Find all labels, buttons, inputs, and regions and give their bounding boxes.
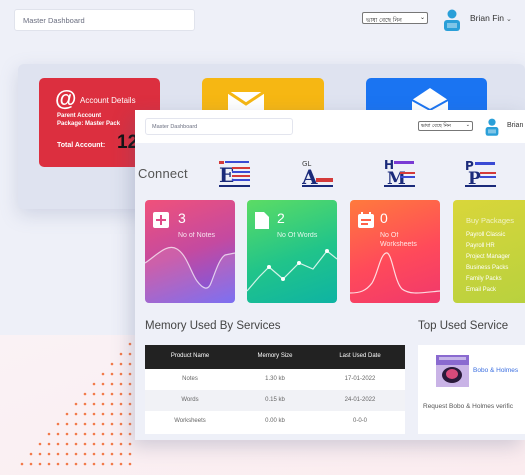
user-avatar-icon[interactable] xyxy=(484,118,500,136)
back-language-select[interactable]: ভাষা বেছে নিন ⌄ xyxy=(362,12,428,24)
at-sign-icon: @ xyxy=(55,86,77,111)
plus-box-icon xyxy=(153,212,169,228)
front-header: Master Dashboard ভাষা বেছে নিন ⌄ Brian xyxy=(135,110,525,143)
worksheets-count: 0 xyxy=(380,210,388,226)
open-envelope-icon xyxy=(411,88,449,112)
table-cell-product: Worksheets xyxy=(174,418,206,424)
back-user-menu[interactable]: Brian Fin ⌄ xyxy=(470,13,512,23)
memory-section-title: Memory Used By Services xyxy=(145,320,281,332)
table-cell-product: Notes xyxy=(182,376,198,382)
package-link-family-packs[interactable]: Family Packs xyxy=(466,276,502,282)
service-link[interactable]: Bobo & Holmes xyxy=(473,367,518,374)
column-header-last-used-date: Last Used Date xyxy=(339,353,381,359)
buy-packages-card: Buy Packages Payroll Classic Payroll HR … xyxy=(453,200,525,303)
hr-manager-logo-icon[interactable]: H M xyxy=(384,158,416,188)
memory-table: Product Name Memory Size Last Used Date … xyxy=(145,345,405,434)
table-cell-date: 0-0-0 xyxy=(352,418,367,424)
service-request-text: Request Bobo & Holmes verific xyxy=(423,403,513,410)
notes-trend-line xyxy=(145,246,235,303)
chevron-down-icon: ⌄ xyxy=(465,122,470,128)
package-link-business-packs[interactable]: Business Packs xyxy=(466,265,508,271)
e-app-logo-icon[interactable]: E xyxy=(219,158,251,188)
table-cell-size: 0.00 kb xyxy=(265,418,285,424)
package-link-payroll-hr[interactable]: Payroll HR xyxy=(466,243,495,249)
words-stat-card[interactable]: 2 No Of Words xyxy=(247,200,337,303)
worksheets-trend-line xyxy=(350,252,440,294)
table-row: Notes 1.30 kb 17-01-2022 xyxy=(145,369,405,390)
back-user-name: Brian Fin xyxy=(470,13,505,23)
top-used-service-card: Bobo & Holmes Request Bobo & Holmes veri… xyxy=(418,345,525,434)
table-cell-date: 17-01-2022 xyxy=(344,376,376,382)
search-input[interactable]: Master Dashboard xyxy=(145,118,293,135)
service-thumbnail xyxy=(436,355,469,387)
column-header-memory-size: Memory Size xyxy=(257,353,293,359)
back-header: Master Dashboard ভাষা বেছে নিন ⌄ Brian F… xyxy=(0,0,525,40)
back-language-value: ভাষা বেছে নিন xyxy=(366,17,402,24)
memory-table-header: Product Name Memory Size Last Used Date xyxy=(145,345,405,369)
words-trend-line xyxy=(247,249,337,292)
svg-text:E: E xyxy=(219,163,234,187)
calendar-list-icon xyxy=(358,212,374,228)
package-link-email-pack[interactable]: Email Pack xyxy=(466,287,496,293)
connect-title: Connect xyxy=(138,166,188,181)
user-avatar-icon[interactable] xyxy=(442,9,462,31)
table-cell-product: Words xyxy=(181,397,199,403)
document-icon xyxy=(255,212,269,229)
account-card-line: Parent Account xyxy=(57,113,102,119)
chevron-down-icon: ⌄ xyxy=(419,14,425,21)
column-header-product-name: Product Name xyxy=(170,353,210,359)
chevron-down-icon: ⌄ xyxy=(506,16,512,23)
package-link-payroll-classic[interactable]: Payroll Classic xyxy=(466,232,505,238)
dot-pattern-decoration xyxy=(20,342,132,466)
accounting-app-logo-icon[interactable]: GL A xyxy=(302,158,334,188)
notes-count: 3 xyxy=(178,210,186,226)
table-cell-size: 0.15 kb xyxy=(265,397,285,403)
table-cell-size: 1.30 kb xyxy=(265,376,285,382)
dashboard-window: Master Dashboard ভাষা বেছে নিন ⌄ Brian C… xyxy=(135,110,525,440)
table-row: Worksheets 0.00 kb 0-0-0 xyxy=(145,411,405,432)
notes-stat-card[interactable]: 3 No of Notes xyxy=(145,200,235,303)
account-card-title: Account Details xyxy=(80,96,136,105)
buy-packages-title: Buy Packages xyxy=(466,216,514,225)
top-used-section-title: Top Used Service xyxy=(418,320,509,332)
svg-text:A: A xyxy=(302,165,318,188)
table-row: Words 0.15 kb 24-01-2022 xyxy=(145,390,405,411)
envelope-icon xyxy=(227,90,265,112)
account-card-package: Package: Master Pack xyxy=(57,121,121,127)
user-name[interactable]: Brian xyxy=(507,122,523,129)
package-link-project-manager[interactable]: Project Manager xyxy=(466,254,510,260)
language-select[interactable]: ভাষা বেছে নিন ⌄ xyxy=(418,121,473,131)
back-search-input[interactable]: Master Dashboard xyxy=(14,9,195,31)
project-manager-logo-icon[interactable]: P P xyxy=(465,158,497,188)
worksheets-stat-card[interactable]: 0 No Of Worksheets xyxy=(350,200,440,303)
table-cell-date: 24-01-2022 xyxy=(344,397,376,403)
account-total-label: Total Account: xyxy=(57,142,106,149)
language-value: ভাষা বেছে নিন xyxy=(421,123,451,129)
words-count: 2 xyxy=(277,210,285,226)
